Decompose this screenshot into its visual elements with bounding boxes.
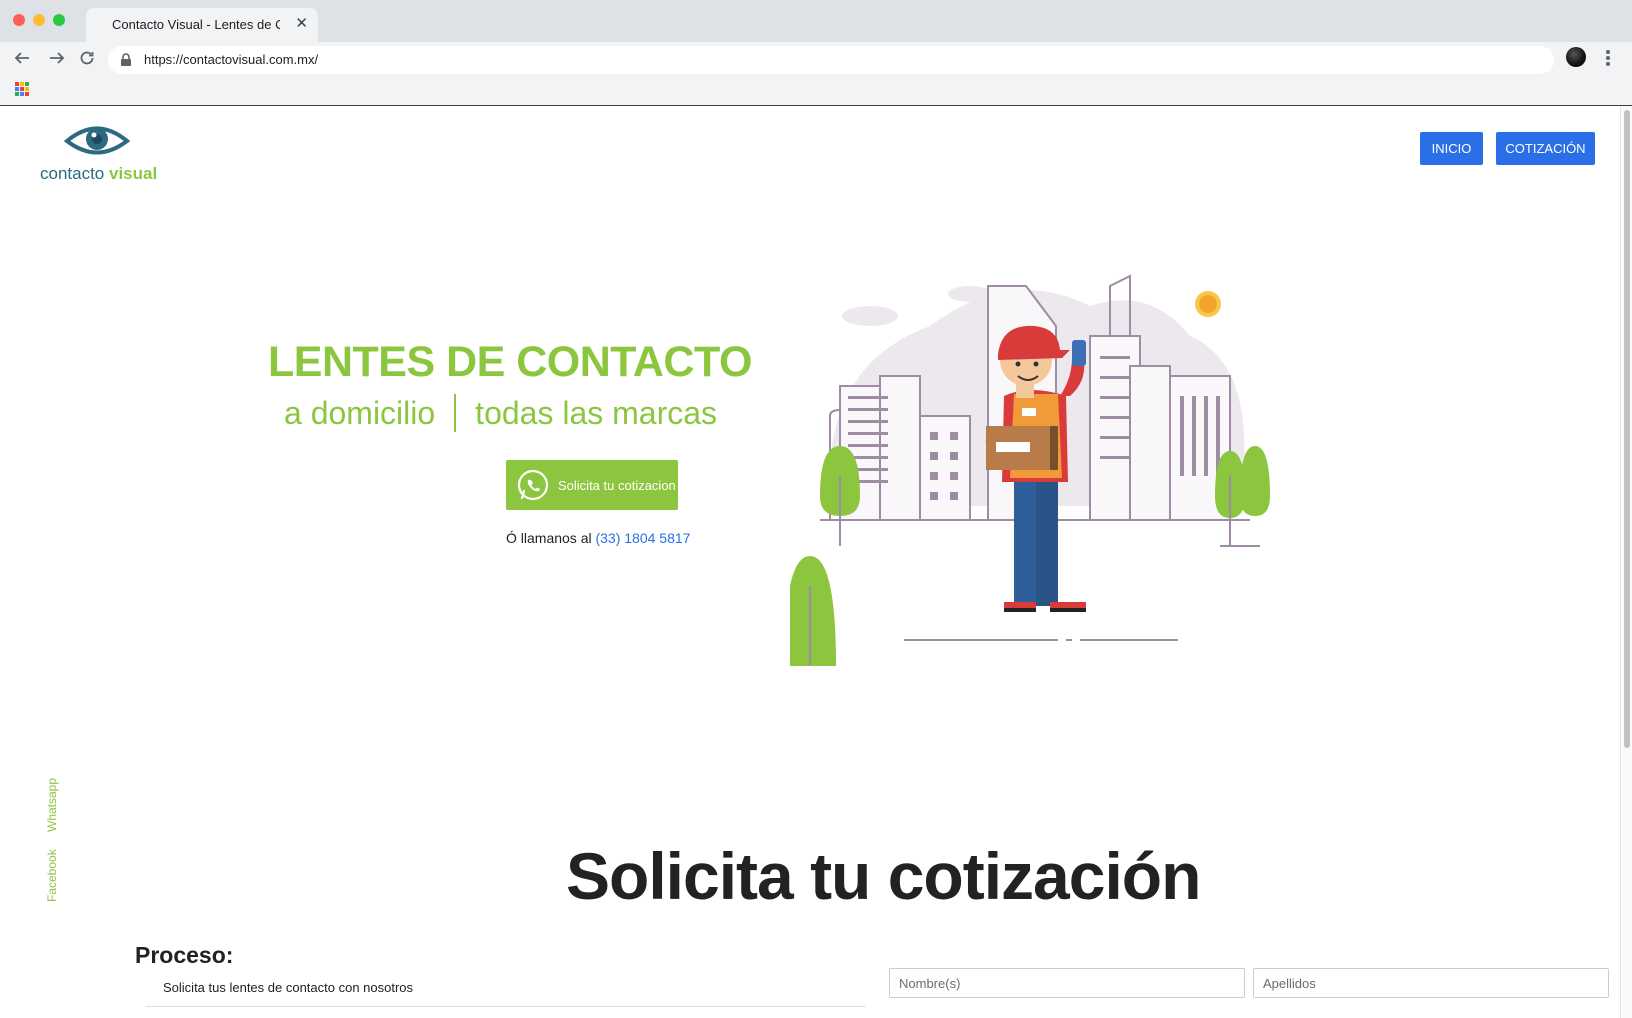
minimize-window-button[interactable] (33, 14, 45, 26)
process-heading: Proceso: (135, 942, 234, 968)
lock-icon (121, 53, 131, 66)
side-facebook-link[interactable]: Facebook (45, 849, 59, 902)
back-arrow-icon (14, 52, 29, 64)
nav-cotizacion-button[interactable]: COTIZACIÓN (1496, 132, 1595, 165)
logo-word-visual: visual (109, 164, 158, 183)
address-bar[interactable]: https://contactovisual.com.mx/ (108, 46, 1554, 74)
call-prefix: Ó llamanos al (506, 530, 592, 546)
browser-chrome: Contacto Visual - Lentes de C ✕ https://… (0, 0, 1632, 106)
browser-tab[interactable]: Contacto Visual - Lentes de C ✕ (86, 8, 318, 42)
back-button[interactable] (10, 46, 34, 70)
nav-inicio-button[interactable]: INICIO (1420, 132, 1483, 165)
phone-link[interactable]: (33) 1804 5817 (595, 530, 690, 546)
url-text: https://contactovisual.com.mx/ (144, 52, 319, 67)
hero-title: LENTES DE CONTACTO (268, 338, 752, 386)
hero-subtitle-right: todas las marcas (475, 394, 718, 431)
forward-button[interactable] (45, 46, 69, 70)
web-page: contacto visual INICIO COTIZACIÓN LENTES… (0, 106, 1620, 1018)
forward-arrow-icon (50, 52, 65, 64)
whatsapp-quote-label: Solicita tu cotizacion (558, 477, 676, 493)
reload-icon (80, 51, 94, 65)
logo-text: contacto visual (40, 164, 157, 184)
hero-subtitle-left: a domicilio (284, 394, 436, 431)
maximize-window-button[interactable] (53, 14, 65, 26)
profile-avatar[interactable] (1566, 47, 1586, 67)
eye-logo-icon (64, 126, 130, 155)
scrollbar-thumb[interactable] (1624, 110, 1630, 748)
site-logo[interactable]: contacto visual (38, 120, 158, 184)
side-whatsapp-link[interactable]: Whatsapp (45, 778, 59, 832)
hero-subtitle: a domicilio todas las marcas (284, 394, 717, 432)
tab-strip: Contacto Visual - Lentes de C ✕ (0, 0, 1632, 42)
whatsapp-quote-button[interactable]: Solicita tu cotizacion (506, 460, 678, 510)
tab-close-icon[interactable]: ✕ (295, 14, 308, 32)
delivery-illustration (790, 274, 1270, 666)
hero-subtitle-divider (454, 394, 457, 432)
browser-menu-icon[interactable] (1600, 46, 1616, 70)
quote-section-title: Solicita tu cotización (566, 839, 1201, 913)
apps-grid-icon[interactable] (15, 82, 29, 96)
call-line: Ó llamanos al (33) 1804 5817 (506, 530, 690, 546)
tab-title: Contacto Visual - Lentes de C (112, 17, 280, 32)
reload-button[interactable] (75, 46, 99, 70)
page-scrollbar[interactable] (1620, 106, 1632, 1018)
logo-word-contacto: contacto (40, 164, 105, 183)
process-step-1: Solicita tus lentes de contacto con noso… (163, 980, 414, 995)
close-window-button[interactable] (13, 14, 25, 26)
whatsapp-icon (517, 469, 549, 501)
apellidos-input[interactable] (1253, 968, 1609, 998)
process-divider (146, 1006, 866, 1007)
nombre-input[interactable] (889, 968, 1245, 998)
